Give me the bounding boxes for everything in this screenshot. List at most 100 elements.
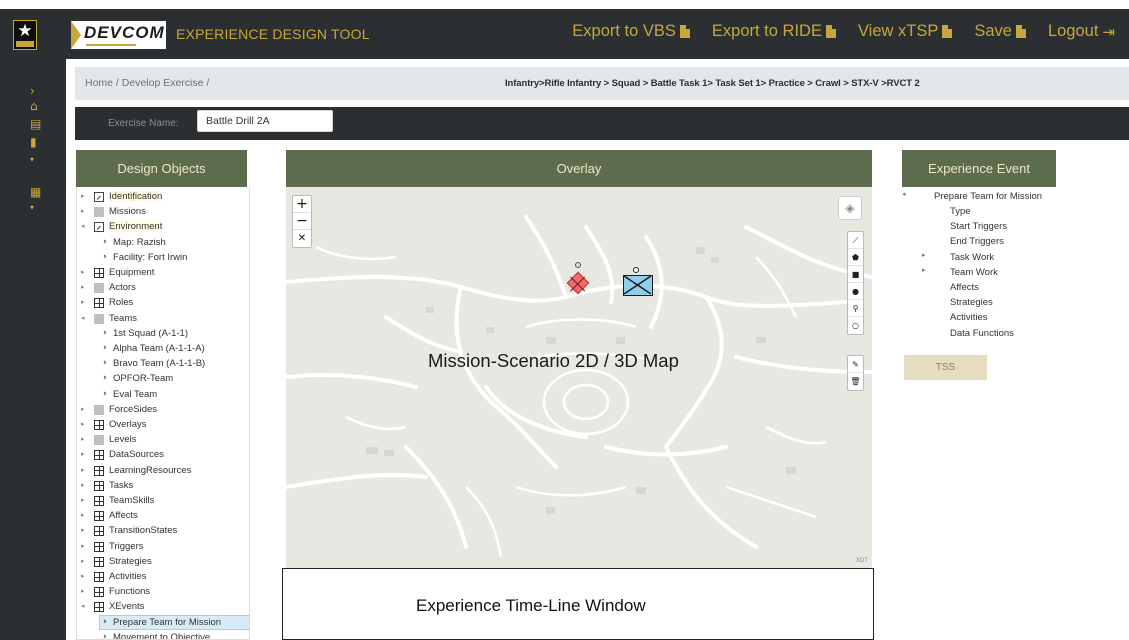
draw-marker-icon[interactable]: ⚲: [848, 300, 863, 317]
friendly-unit-icon[interactable]: [623, 275, 653, 296]
tree-item-forcesides[interactable]: ▸ ForceSides: [77, 402, 249, 417]
layers-icon[interactable]: ▤: [30, 118, 41, 130]
tree-item-learningresources[interactable]: ▸ LearningResources: [77, 463, 249, 478]
draw-circle-icon[interactable]: ●: [848, 283, 863, 300]
collapsed-caret-icon[interactable]: ▸: [81, 554, 85, 569]
tree-item-tasks[interactable]: ▸ Tasks: [77, 478, 249, 493]
grid-icon: [94, 541, 104, 552]
collapsed-caret-icon[interactable]: ▸: [81, 569, 85, 584]
tree-child-item[interactable]: › Alpha Team (A-1-1-A): [77, 341, 249, 356]
nav-link-label: Logout: [1047, 22, 1099, 40]
zoom-out-button[interactable]: −: [293, 213, 311, 230]
breadcrumb[interactable]: Home / Develop Exercise /: [85, 77, 209, 89]
edit-icon: [94, 192, 104, 202]
tss-button[interactable]: TSS: [904, 355, 987, 380]
view-xtsp-link[interactable]: View xTSP: [858, 22, 953, 41]
draw-rectangle-icon[interactable]: ■: [848, 266, 863, 283]
collapsed-caret-icon[interactable]: ▸: [922, 266, 926, 274]
collapsed-caret-icon[interactable]: ▸: [81, 508, 85, 523]
tree-item-identification[interactable]: ▸ Identification: [77, 189, 249, 204]
draw-polygon-icon[interactable]: ⬟: [848, 249, 863, 266]
tree-item-teamskills[interactable]: ▸ TeamSkills: [77, 493, 249, 508]
edit-layers-icon[interactable]: ✎: [848, 356, 863, 373]
draw-line-icon[interactable]: ⟋: [848, 232, 863, 249]
tree-child-item[interactable]: › Movement to Objective: [77, 630, 249, 639]
tree-item-activities[interactable]: ▸ Activities: [77, 569, 249, 584]
event-item-label: Task Work: [950, 251, 995, 263]
tree-item-triggers[interactable]: ▸ Triggers: [77, 539, 249, 554]
grid-icon: [94, 268, 104, 278]
map-icon[interactable]: ▦: [30, 186, 41, 198]
event-item-label: Type: [950, 206, 971, 217]
tree-item-transitionstates[interactable]: ▸ TransitionStates: [77, 523, 249, 538]
tree-child-item[interactable]: › Facility: Fort Irwin: [77, 250, 249, 265]
collapsed-caret-icon[interactable]: ▸: [81, 584, 85, 599]
layers-icon[interactable]: ◈: [838, 196, 862, 220]
tree-item-datasources[interactable]: ▸ DataSources: [77, 447, 249, 462]
tree-item-affects[interactable]: ▸ Affects: [77, 508, 249, 523]
reset-view-button[interactable]: ✕: [293, 230, 311, 247]
draw-circle-outline-icon[interactable]: ○: [848, 317, 863, 334]
tree-item-teams[interactable]: ◂ Teams: [77, 311, 249, 326]
document-icon[interactable]: ▮: [30, 136, 37, 148]
tree-child-item[interactable]: › Map: Razish: [77, 235, 249, 250]
mission-map[interactable]: + − ✕ ◈ ⟋ ⬟ ■ ● ⚲ ○ ✎ 🗑 Mission-Scenario 2D / 3D…: [286, 187, 872, 568]
collapsed-caret-icon[interactable]: ▸: [81, 204, 85, 219]
tree-item-equipment[interactable]: ▸ Equipment: [77, 265, 249, 280]
tree-item-missions[interactable]: ▸ Missions: [77, 204, 249, 219]
tree-child-item[interactable]: › Eval Team: [77, 387, 249, 402]
grid-icon: [94, 420, 104, 430]
tree-item-roles[interactable]: ▸ Roles: [77, 295, 249, 310]
tree-item-levels[interactable]: ▸ Levels: [77, 432, 249, 447]
tree-item-xevents[interactable]: ◂ XEvents: [77, 599, 249, 614]
logout-link[interactable]: Logout ⇥: [1048, 22, 1115, 41]
tree-item-functions[interactable]: ▸ Functions: [77, 584, 249, 599]
collapsed-caret-icon[interactable]: ▸: [922, 251, 926, 259]
collapsed-caret-icon[interactable]: ▸: [81, 295, 85, 310]
collapsed-caret-icon[interactable]: ▸: [81, 478, 85, 493]
tree-item-label: Bravo Team (A-1-1-B): [113, 358, 206, 370]
export-to-vbs-link[interactable]: Export to VBS: [572, 22, 690, 41]
expanded-caret-icon[interactable]: ◂: [902, 190, 906, 198]
grid-icon: [94, 496, 104, 506]
tree-item-label: Strategies: [109, 555, 152, 567]
collapsed-caret-icon[interactable]: ▸: [81, 432, 85, 447]
caret-down-icon[interactable]: ▾: [30, 202, 34, 214]
tree-item-actors[interactable]: ▸ Actors: [77, 280, 249, 295]
tree-child-item[interactable]: › 1st Squad (A-1-1): [77, 326, 249, 341]
collapsed-caret-icon[interactable]: ▸: [81, 523, 85, 538]
chevron-right-icon: ›: [103, 327, 107, 338]
collapsed-caret-icon[interactable]: ▸: [81, 265, 85, 280]
caret-down-icon[interactable]: ▾: [30, 154, 34, 166]
tree-item-strategies[interactable]: ▸ Strategies: [77, 554, 249, 569]
tree-item-label: Levels: [109, 434, 137, 446]
export-to-ride-link[interactable]: Export to RIDE: [712, 22, 836, 41]
expanded-caret-icon[interactable]: ◂: [81, 219, 85, 234]
army-logo: ★: [13, 20, 37, 50]
save-link[interactable]: Save: [974, 22, 1026, 41]
collapsed-caret-icon[interactable]: ▸: [81, 280, 85, 295]
collapsed-caret-icon[interactable]: ▸: [81, 189, 85, 204]
tree-item-environment[interactable]: ◂ Environment: [77, 219, 249, 234]
collapsed-caret-icon[interactable]: ▸: [81, 417, 85, 432]
tree-child-item[interactable]: › Bravo Team (A-1-1-B): [77, 356, 249, 371]
chevron-right-icon[interactable]: ›: [30, 85, 35, 97]
expanded-caret-icon[interactable]: ◂: [81, 311, 85, 326]
document-icon: [825, 25, 836, 38]
delete-layers-icon[interactable]: 🗑: [848, 373, 863, 390]
experience-timeline-window[interactable]: Experience Time-Line Window: [282, 568, 874, 640]
tree-item-overlays[interactable]: ▸ Overlays: [77, 417, 249, 432]
expanded-caret-icon[interactable]: ◂: [81, 599, 85, 614]
exercise-name-input[interactable]: Battle Drill 2A: [197, 110, 333, 132]
home-icon[interactable]: ⌂: [30, 100, 38, 112]
grid-icon: [94, 556, 104, 567]
tree-child-item[interactable]: › Prepare Team for Mission: [77, 614, 249, 630]
zoom-in-button[interactable]: +: [293, 196, 311, 213]
collapsed-caret-icon[interactable]: ▸: [81, 402, 85, 417]
tree-item-label: XEvents: [109, 601, 145, 613]
collapsed-caret-icon[interactable]: ▸: [81, 463, 85, 478]
tree-child-item[interactable]: › OPFOR-Team: [77, 371, 249, 386]
collapsed-caret-icon[interactable]: ▸: [81, 447, 85, 462]
collapsed-caret-icon[interactable]: ▸: [81, 493, 85, 508]
collapsed-caret-icon[interactable]: ▸: [81, 539, 85, 554]
